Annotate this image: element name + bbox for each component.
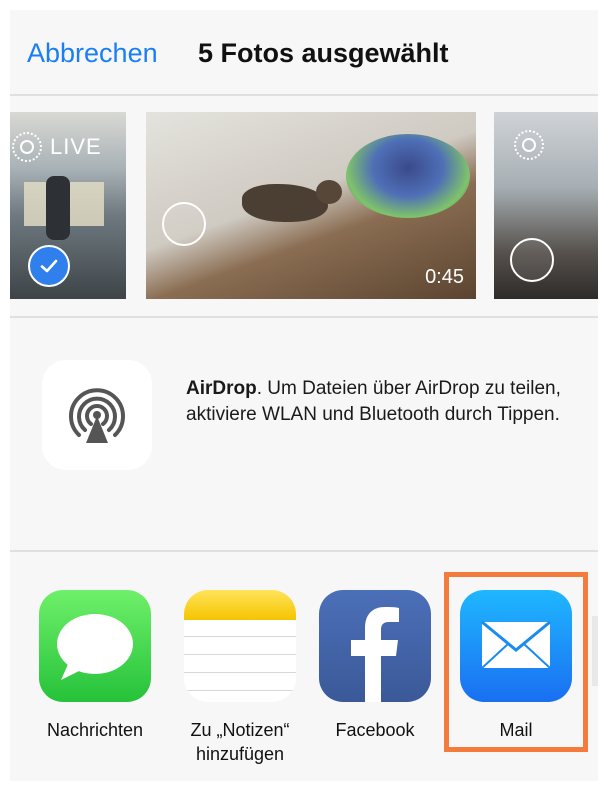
notes-line xyxy=(184,654,296,655)
share-app-messages[interactable]: Nachrichten xyxy=(30,590,160,742)
messages-icon xyxy=(39,590,151,702)
notes-line xyxy=(184,636,296,637)
selected-checkmark-icon[interactable] xyxy=(28,245,70,287)
notes-line xyxy=(184,672,296,673)
photos-divider xyxy=(10,316,598,318)
notes-line xyxy=(184,690,296,691)
app-label: Nachrichten xyxy=(46,720,144,740)
selection-title: 5 Fotos ausgewählt xyxy=(198,38,449,68)
photo-thumbnail[interactable] xyxy=(494,112,598,299)
notes-icon xyxy=(184,590,296,702)
airdrop-description: AirDrop. Um Dateien über AirDrop zu teil… xyxy=(186,376,576,428)
live-photo-icon xyxy=(12,132,42,162)
header-divider xyxy=(10,94,598,96)
share-app-notes[interactable]: Zu „Notizen“ hinzufügen xyxy=(175,590,305,766)
live-ring-icon xyxy=(514,130,544,160)
selection-circle-icon[interactable] xyxy=(162,202,206,246)
live-badge: LIVE xyxy=(12,132,102,162)
airdrop-button[interactable] xyxy=(42,360,152,470)
photo-pet-bed xyxy=(346,134,470,218)
airdrop-title: AirDrop xyxy=(186,378,257,399)
share-header: Abbrechen 5 Fotos ausgewählt xyxy=(10,10,598,94)
mail-highlight-box xyxy=(444,572,588,752)
video-duration: 0:45 xyxy=(425,266,464,288)
share-app-facebook[interactable]: Facebook xyxy=(310,590,440,742)
photo-thumbnail-video[interactable]: 0:45 xyxy=(146,112,476,299)
airdrop-icon xyxy=(69,388,125,443)
next-app-edge xyxy=(592,616,598,686)
photo-cat-head xyxy=(316,180,342,204)
photo-subject xyxy=(46,176,70,240)
selection-circle-icon[interactable] xyxy=(510,238,554,282)
live-label: LIVE xyxy=(50,134,102,159)
cancel-button[interactable]: Abbrechen xyxy=(27,38,158,69)
live-photo-icon xyxy=(514,130,552,160)
notes-header xyxy=(184,590,296,620)
photo-thumbnail-live[interactable]: LIVE xyxy=(10,112,126,299)
app-label: Facebook xyxy=(335,720,415,740)
app-label: Zu „Notizen“ hinzufügen xyxy=(190,720,290,764)
airdrop-divider xyxy=(10,550,598,552)
share-sheet: Abbrechen 5 Fotos ausgewählt LIVE 0:45 A… xyxy=(10,10,598,781)
facebook-icon xyxy=(319,590,431,702)
